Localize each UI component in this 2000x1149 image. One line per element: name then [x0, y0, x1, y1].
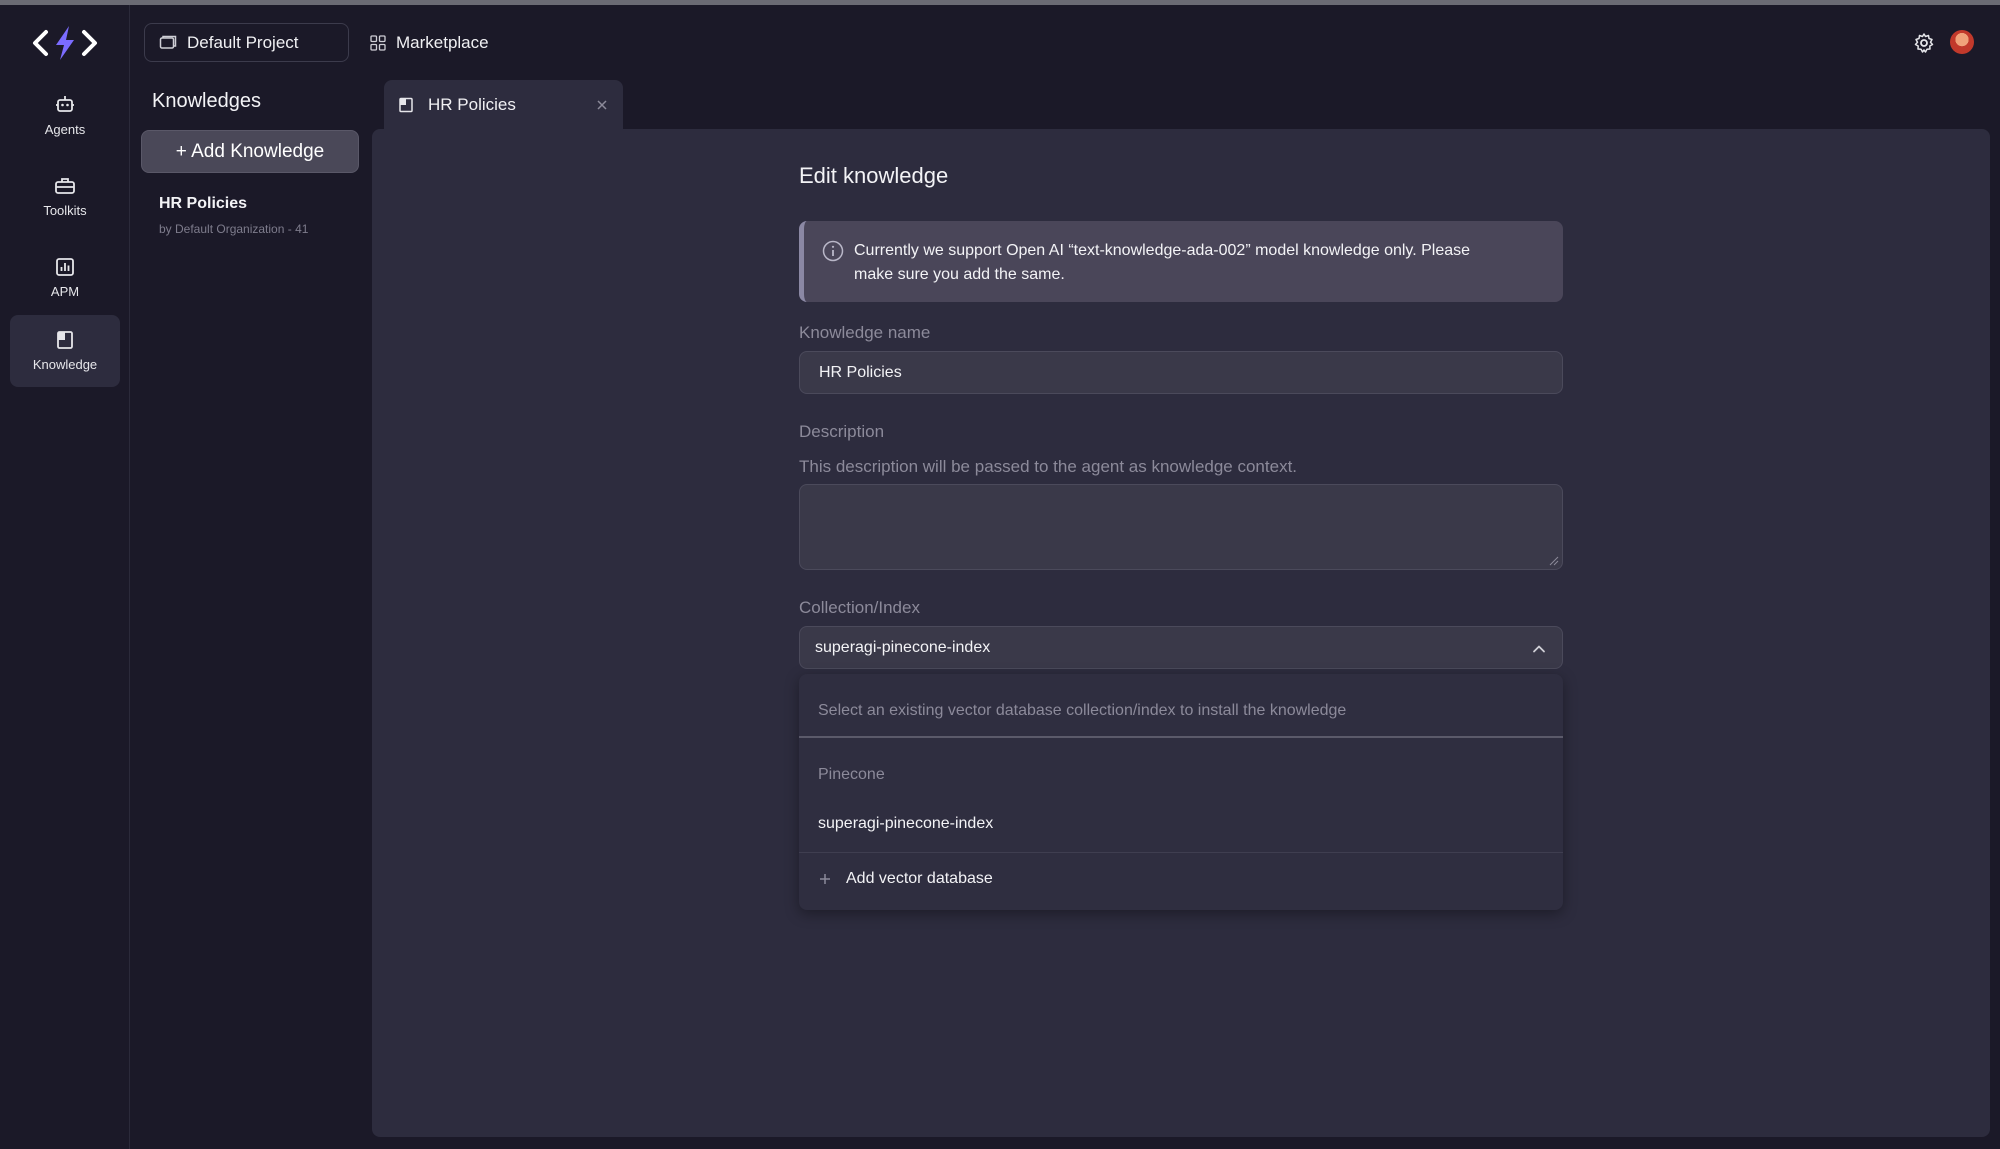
book-icon — [57, 331, 73, 349]
icon-rail: Agents Toolkits APM Knowledge — [0, 5, 130, 1149]
collection-select[interactable]: superagi-pinecone-index — [799, 626, 1563, 669]
user-avatar[interactable] — [1950, 30, 1974, 54]
marketplace-button[interactable]: Marketplace — [370, 23, 489, 62]
info-text-line-2: make sure you add the same. — [854, 266, 1065, 283]
superagi-logo-icon[interactable] — [30, 23, 100, 63]
chevron-up-icon — [1533, 645, 1545, 653]
rail-item-label: Agents — [44, 122, 86, 137]
add-knowledge-button[interactable]: + Add Knowledge — [141, 130, 359, 173]
info-icon — [822, 240, 844, 262]
robot-icon — [56, 96, 74, 112]
project-name: Default Project — [187, 32, 299, 52]
close-icon[interactable] — [593, 96, 611, 114]
divider — [799, 852, 1563, 853]
info-banner: Currently we support Open AI “text-knowl… — [799, 221, 1563, 302]
knowledge-item-subtitle: by Default Organization - 41 — [159, 222, 309, 236]
dropdown-hint: Select an existing vector database colle… — [818, 702, 1347, 719]
rail-item-apm[interactable]: APM — [10, 242, 120, 314]
gear-icon[interactable] — [1913, 32, 1935, 54]
knowledge-name-label: Knowledge name — [799, 323, 931, 342]
collection-label: Collection/Index — [799, 598, 920, 617]
knowledge-name-input[interactable]: HR Policies — [799, 351, 1563, 394]
page-title: Edit knowledge — [799, 163, 949, 188]
add-vector-database-label: Add vector database — [846, 870, 993, 887]
description-hint: This description will be passed to the a… — [799, 457, 1298, 476]
description-textarea[interactable] — [799, 484, 1563, 570]
rail-item-knowledge[interactable]: Knowledge — [10, 315, 120, 387]
window-top-border — [0, 0, 2000, 5]
rail-item-toolkits[interactable]: Toolkits — [10, 161, 120, 233]
dropdown-group-label: Pinecone — [818, 766, 885, 783]
rail-item-label: Knowledge — [32, 357, 98, 372]
tab-label: HR Policies — [428, 95, 516, 114]
collection-selected-value: superagi-pinecone-index — [815, 638, 991, 656]
plus-icon — [820, 874, 830, 884]
rail-item-label: Toolkits — [43, 203, 87, 218]
chart-icon — [56, 258, 74, 276]
divider — [799, 736, 1563, 738]
info-text-line-1: Currently we support Open AI “text-knowl… — [854, 242, 1471, 259]
rail-item-agents[interactable]: Agents — [10, 80, 120, 152]
toolbox-icon — [55, 178, 75, 194]
marketplace-label: Marketplace — [396, 32, 489, 52]
description-label: Description — [799, 422, 885, 441]
book-icon — [399, 97, 413, 113]
knowledge-item-name: HR Policies — [159, 195, 248, 212]
collection-dropdown-menu: Select an existing vector database colle… — [799, 674, 1563, 910]
folder-icon — [159, 35, 177, 49]
rail-item-label: APM — [50, 284, 80, 299]
resize-handle-icon[interactable] — [1549, 556, 1559, 566]
tab-hr-policies[interactable]: HR Policies — [384, 80, 623, 130]
knowledge-list-item[interactable]: HR Policies by Default Organization - 41 — [159, 195, 308, 236]
grid-icon — [370, 34, 386, 51]
knowledges-panel-title: Knowledges — [152, 90, 261, 112]
dropdown-option[interactable]: superagi-pinecone-index — [799, 802, 1563, 846]
add-vector-database-button[interactable]: Add vector database — [818, 854, 993, 904]
project-selector-button[interactable]: Default Project — [144, 23, 349, 62]
